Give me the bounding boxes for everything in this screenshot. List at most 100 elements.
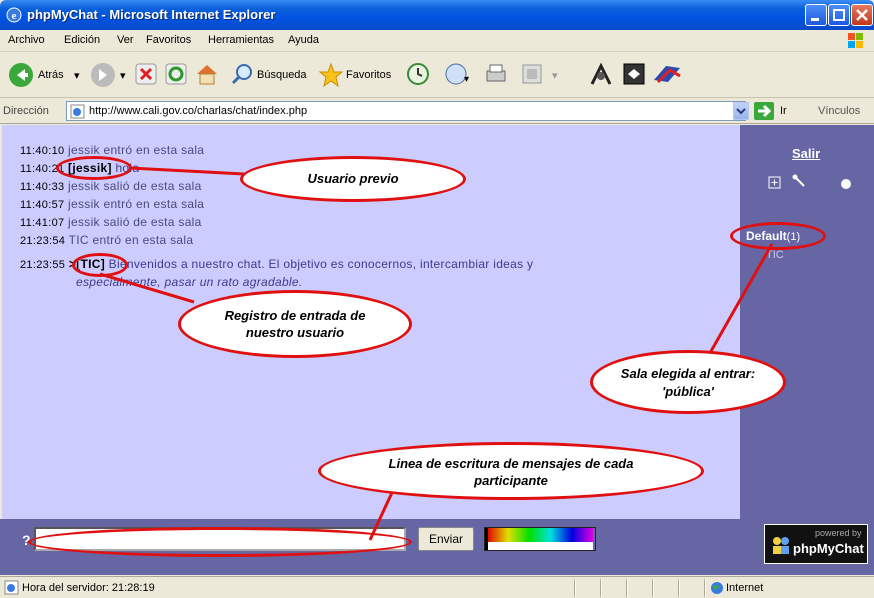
callout-entry-log-text: Registro de entrada de nuestro usuario [224, 308, 366, 340]
svg-text:e: e [12, 10, 17, 22]
message-time: 11:40:57 [20, 199, 65, 211]
message-row: 11:40:33 jessik salió de esta sala [20, 179, 202, 193]
menu-herramientas[interactable]: Herramientas [208, 34, 274, 46]
menu-archivo[interactable]: Archivo [8, 34, 45, 46]
search-icon[interactable] [230, 62, 254, 86]
links-label[interactable]: Vínculos [818, 105, 860, 117]
message-time: 21:23:54 [20, 235, 66, 247]
edit-icon[interactable] [520, 62, 544, 86]
go-arrow-icon[interactable] [753, 101, 775, 121]
history-icon[interactable] [406, 62, 430, 86]
message-text: TIC entró en esta sala [68, 233, 194, 247]
status-bar: Hora del servidor: 21:28:19 Internet [0, 576, 874, 598]
toolbar: Atrás ▾ ▾ Búsqueda Favoritos ▾ ▾ [0, 52, 874, 98]
status-divider [600, 579, 602, 597]
message-text: jessik entró en esta sala [68, 143, 205, 157]
messenger-icon[interactable] [588, 62, 614, 88]
message-row: 11:40:57 jessik entró en esta sala [20, 197, 204, 211]
addon-icon[interactable] [652, 62, 682, 86]
status-divider [652, 579, 654, 597]
favorites-label[interactable]: Favoritos [346, 69, 391, 81]
callout-prev-user: Usuario previo [240, 156, 466, 202]
logo-small-text: powered by [815, 528, 862, 538]
color-picker[interactable] [484, 527, 596, 551]
back-arrow-icon[interactable] [8, 62, 34, 88]
research-icon[interactable] [622, 62, 646, 86]
forward-dropdown-icon[interactable]: ▾ [120, 69, 126, 82]
chevron-down-icon [736, 108, 746, 115]
message-text: jessik salió de esta sala [68, 215, 202, 229]
message-row: 11:41:07 jessik salió de esta sala [20, 215, 202, 229]
title-bar: e phpMyChat - Microsoft Internet Explore… [0, 0, 874, 30]
address-dropdown-button[interactable] [733, 102, 749, 120]
callout-entry-log: Registro de entrada de nuestro usuario [178, 290, 412, 358]
page-icon [4, 580, 19, 595]
callout-prev-user-text: Usuario previo [307, 171, 399, 186]
status-divider [678, 579, 680, 597]
go-label[interactable]: Ir [780, 105, 787, 117]
message-row: 21:23:54 TIC entró en esta sala [20, 233, 193, 247]
logo-text: phpMyChat [793, 541, 864, 556]
close-icon [856, 9, 868, 21]
print-icon[interactable] [484, 62, 508, 86]
search-label[interactable]: Búsqueda [257, 69, 307, 81]
minimize-button[interactable] [805, 4, 827, 26]
address-bar: Dirección http://www.cali.gov.co/charlas… [0, 98, 874, 124]
users-icon [773, 537, 789, 554]
message-text: Bienvenidos a nuestro chat. El objetivo … [108, 257, 534, 271]
window-title: phpMyChat - Microsoft Internet Explorer [27, 7, 276, 22]
home-icon[interactable] [194, 62, 220, 86]
message-time: 11:40:10 [20, 145, 65, 157]
callout-input-line: Linea de escritura de mensajes de cada p… [318, 442, 704, 500]
back-label[interactable]: Atrás [38, 69, 64, 81]
globe-icon [711, 582, 723, 594]
message-row: 11:40:10 jessik entró en esta sala [20, 143, 204, 157]
callout-input-line-text: Linea de escritura de mensajes de cada p… [388, 456, 634, 488]
status-divider [574, 579, 576, 597]
highlight-prev-user [56, 156, 132, 180]
refresh-icon[interactable] [164, 62, 188, 86]
callout-room-text: Sala elegida al entrar: 'pública' [620, 366, 756, 399]
menu-favoritos[interactable]: Favoritos [146, 34, 191, 46]
edit-dropdown-icon[interactable]: ▾ [552, 69, 558, 82]
message-text: especialmente, pasar un rato agradable. [76, 275, 303, 289]
security-zone: Internet [726, 582, 764, 594]
ie-icon: e [6, 7, 22, 23]
address-input[interactable]: http://www.cali.gov.co/charlas/chat/inde… [66, 101, 746, 121]
maximize-button[interactable] [828, 4, 850, 26]
highlight-input [28, 527, 412, 557]
highlight-entry [72, 253, 128, 277]
svg-text:▾: ▾ [464, 74, 469, 85]
stop-icon[interactable] [134, 62, 158, 86]
message-continuation: especialmente, pasar un rato agradable. [76, 275, 303, 289]
status-divider [704, 579, 706, 597]
status-text: Hora del servidor: 21:28:19 [22, 582, 155, 594]
message-time: 21:23:55 [20, 259, 66, 271]
phpmychat-logo[interactable]: powered by phpMyChat [764, 524, 868, 564]
maximize-icon [833, 9, 845, 21]
message-time: 11:41:07 [20, 217, 65, 229]
menu-edicion[interactable]: Edición [64, 34, 100, 46]
expand-icon[interactable] [768, 176, 782, 190]
menu-bar: Archivo Edición Ver Favoritos Herramient… [0, 30, 874, 52]
forward-arrow-icon[interactable] [90, 62, 116, 88]
windows-logo-icon [848, 33, 863, 48]
send-button[interactable]: Enviar [418, 527, 474, 551]
message-text: jessik entró en esta sala [68, 197, 205, 211]
close-button[interactable] [851, 4, 873, 26]
room-user[interactable]: TIC [766, 249, 784, 261]
address-label: Dirección [3, 105, 49, 117]
mail-icon[interactable]: ▾ [444, 62, 472, 86]
status-divider [626, 579, 628, 597]
wrench-icon[interactable] [792, 174, 808, 190]
status-dot-icon[interactable] [840, 178, 852, 190]
back-dropdown-icon[interactable]: ▾ [74, 69, 80, 82]
favorites-star-icon[interactable] [318, 62, 344, 88]
menu-ayuda[interactable]: Ayuda [288, 34, 319, 46]
message-text: jessik salió de esta sala [68, 179, 202, 193]
menu-ver[interactable]: Ver [117, 34, 134, 46]
exit-link[interactable]: Salir [792, 146, 820, 161]
message-time: 11:40:33 [20, 181, 65, 193]
page-icon [70, 104, 85, 119]
callout-room: Sala elegida al entrar: 'pública' [590, 350, 786, 414]
